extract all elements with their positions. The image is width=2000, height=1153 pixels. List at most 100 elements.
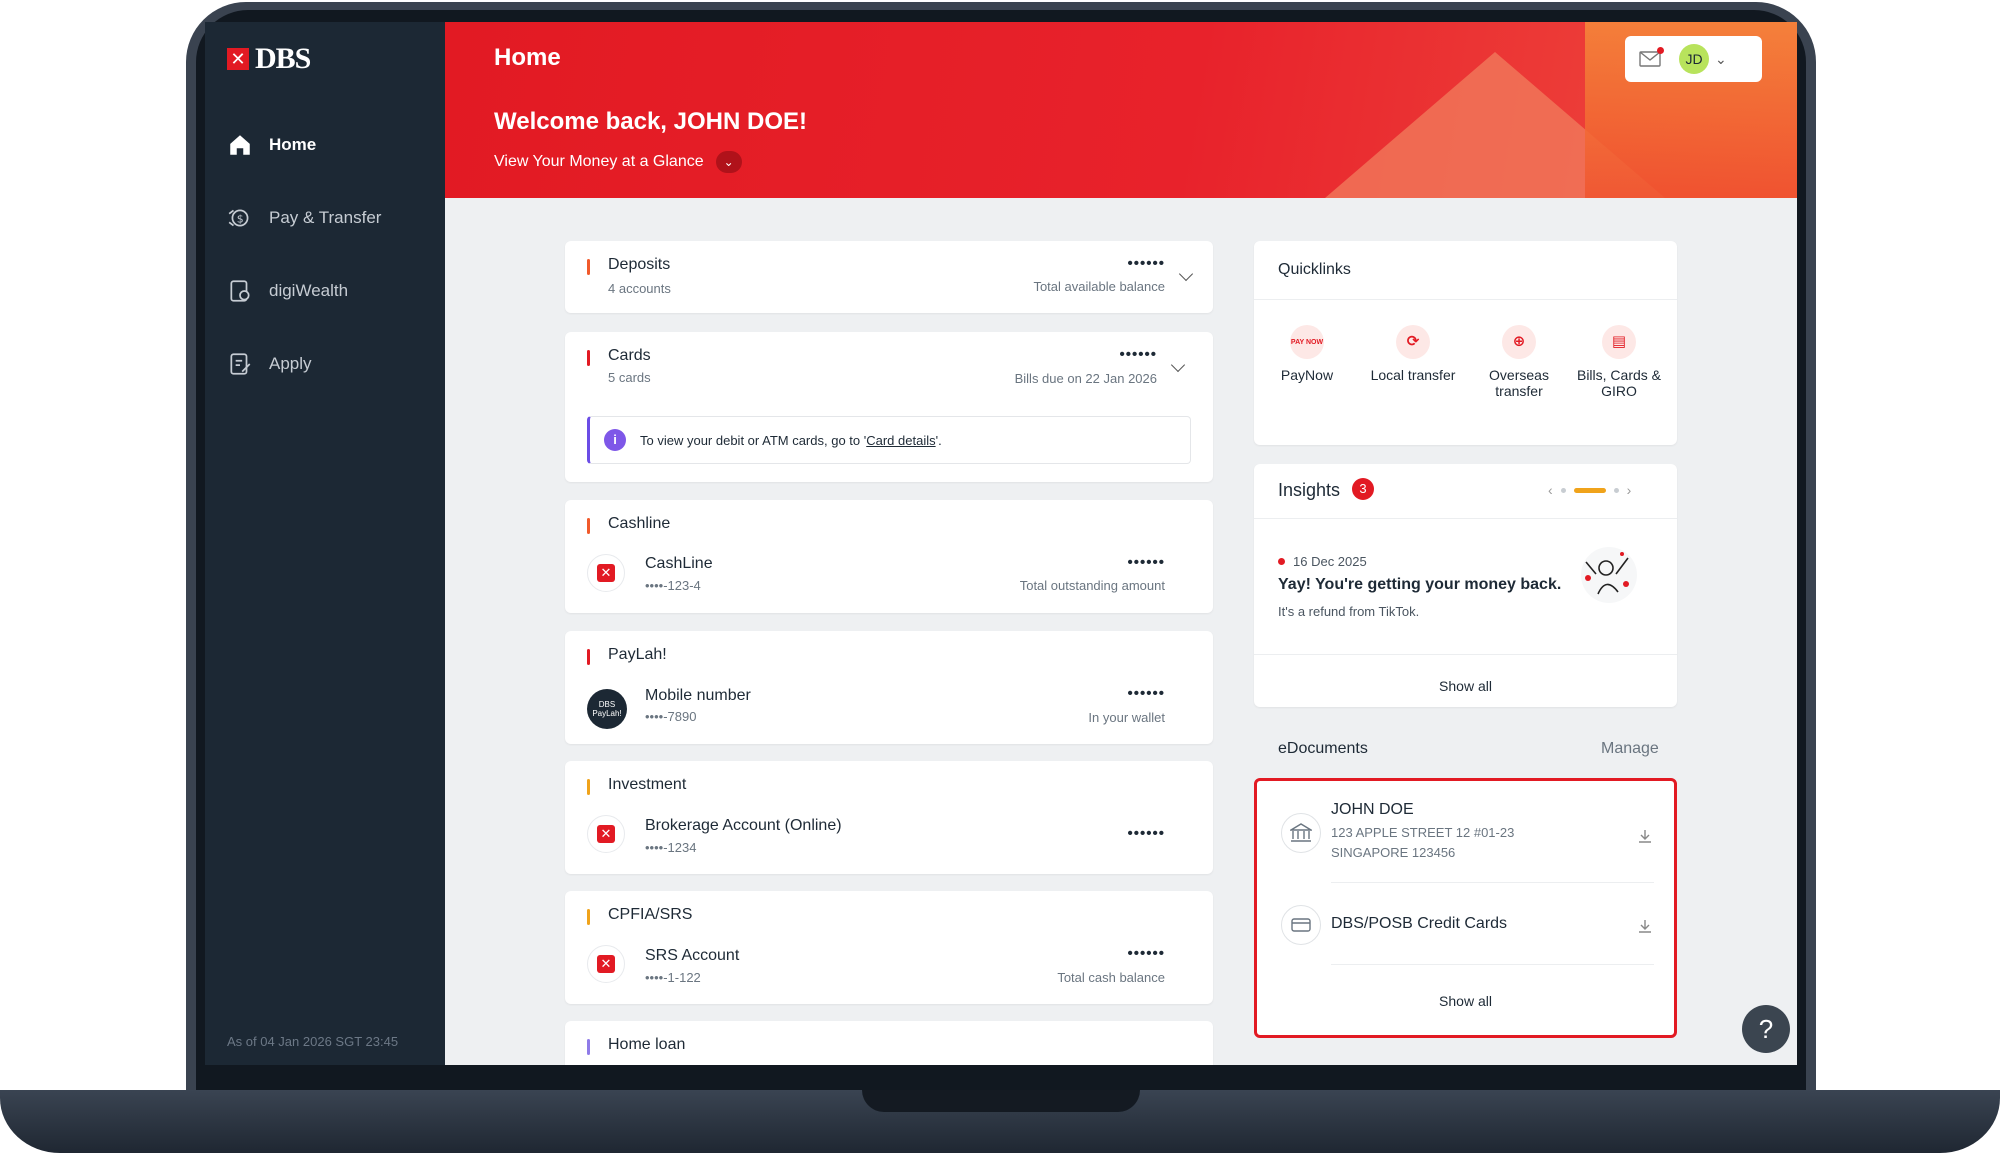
cpfia-srs-card[interactable]: CPFIA/SRS ✕ SRS Account ••••-1-122 •••••… [565, 891, 1213, 1004]
cashline-card[interactable]: Cashline ✕ CashLine ••••-123-4 •••••• To… [565, 500, 1213, 613]
deposits-title: Deposits [608, 256, 671, 273]
card-details-link[interactable]: Card details [866, 433, 935, 448]
insights-show-all-link[interactable]: Show all [1254, 678, 1677, 694]
srs-amount-masked: •••••• [1127, 945, 1165, 962]
user-menu[interactable]: JD ⌄ [1625, 36, 1762, 82]
logo-text: DBS [255, 42, 311, 75]
edocuments-panel: JOHN DOE 123 APPLE STREET 12 #01-23 SING… [1254, 778, 1677, 1038]
cashline-account-name: CashLine [645, 555, 713, 572]
cpfia-accent [587, 909, 590, 925]
quicklink-overseas-transfer[interactable]: ⊕ Overseas transfer [1474, 325, 1564, 399]
sidebar-item-pay-transfer[interactable]: $ Pay & Transfer [227, 181, 381, 254]
cashline-title: Cashline [608, 515, 671, 532]
money-glance-toggle[interactable]: View Your Money at a Glance ⌄ [494, 151, 742, 173]
divider [1254, 654, 1677, 655]
divider [1254, 299, 1677, 300]
cashline-account-number: ••••-123-4 [645, 578, 701, 593]
mail-icon[interactable] [1639, 47, 1664, 67]
chevron-down-icon[interactable]: ⌄ [1715, 51, 1727, 68]
chevron-right-icon[interactable]: › [1627, 482, 1632, 498]
last-updated-timestamp: As of 04 Jan 2026 SGT 23:45 [227, 1034, 399, 1049]
money-glance-label: View Your Money at a Glance [494, 153, 704, 170]
info-text-suffix: '. [935, 432, 942, 448]
app-screen: ✕ DBS Home $ Pay & Transfer digiWealth A… [205, 22, 1797, 1065]
bank-icon [1281, 813, 1321, 853]
chevron-down-icon[interactable] [1178, 266, 1194, 282]
investment-amount-masked: •••••• [1127, 825, 1165, 842]
sidebar-item-label: Pay & Transfer [269, 207, 382, 227]
paylah-logo-icon: DBS PayLah! [587, 689, 627, 729]
notification-dot [1657, 47, 1664, 54]
deposits-balance-label: Total available balance [1033, 279, 1165, 294]
info-text-prefix: To view your debit or ATM cards, go to ' [640, 432, 867, 448]
bills-icon: ▤ [1602, 325, 1636, 359]
insight-description: It's a refund from TikTok. [1278, 604, 1420, 619]
dbs-account-icon: ✕ [587, 554, 625, 592]
investment-card[interactable]: Investment ✕ Brokerage Account (Online) … [565, 761, 1213, 874]
quicklink-bills-cards-giro[interactable]: ▤ Bills, Cards & GIRO [1574, 325, 1664, 399]
sidebar-item-digiwealth[interactable]: digiWealth [227, 254, 381, 327]
quicklink-label: Local transfer [1370, 367, 1456, 383]
home-loan-card[interactable]: Home loan [565, 1021, 1213, 1065]
paylah-account-number: ••••-7890 [645, 709, 697, 724]
quicklink-label: Overseas transfer [1489, 367, 1549, 400]
pager-active [1573, 487, 1606, 493]
cashline-accent [587, 518, 590, 534]
avatar[interactable]: JD [1679, 44, 1709, 74]
sidebar: ✕ DBS Home $ Pay & Transfer digiWealth A… [205, 22, 445, 1065]
edoc-address-line2: SINGAPORE 123456 [1331, 844, 1456, 860]
paylah-amount-masked: •••••• [1127, 685, 1165, 702]
help-button[interactable]: ? [1742, 1005, 1790, 1053]
quicklink-label: Bills, Cards & GIRO [1576, 367, 1662, 400]
cards-card[interactable]: Cards 5 cards •••••• Bills due on 22 Jan… [565, 332, 1213, 482]
divider [1331, 964, 1654, 965]
quicklink-label: PayNow [1280, 367, 1334, 383]
apply-icon [230, 352, 251, 375]
cards-accent [587, 350, 590, 366]
investment-account-number: ••••-1234 [645, 840, 697, 855]
insight-headline[interactable]: Yay! You're getting your money back. [1278, 576, 1561, 594]
dbs-logo[interactable]: ✕ DBS [227, 42, 311, 76]
divider [1331, 882, 1654, 883]
chevron-down-icon[interactable] [1170, 357, 1186, 373]
cashline-amount-masked: •••••• [1127, 554, 1165, 571]
deposits-card[interactable]: Deposits 4 accounts •••••• Total availab… [565, 241, 1213, 313]
chevron-down-icon[interactable]: ⌄ [715, 151, 742, 173]
cards-title: Cards [608, 347, 651, 364]
edocuments-manage-link[interactable]: Manage [1601, 740, 1659, 758]
paylah-amount-label: In your wallet [1088, 710, 1165, 725]
cards-count: 5 cards [608, 370, 651, 385]
edoc-address: 123 APPLE STREET 12 #01-23 SINGAPORE 123… [1331, 823, 1514, 862]
sidebar-item-label: Apply [269, 353, 312, 373]
quicklink-paynow[interactable]: PAY NOW PayNow [1262, 325, 1352, 383]
paylah-accent [587, 649, 590, 665]
insights-panel: Insights 3 ‹ › 16 Dec 2025 Yay! You're g… [1254, 464, 1677, 707]
deposits-balance-masked: •••••• [1127, 255, 1165, 272]
edocuments-title: eDocuments [1278, 740, 1368, 757]
sidebar-item-label: digiWealth [269, 280, 349, 300]
pager-dot[interactable] [1613, 487, 1619, 493]
sidebar-item-apply[interactable]: Apply [227, 327, 381, 400]
edoc-account-holder[interactable]: JOHN DOE [1331, 801, 1414, 819]
cpfia-title: CPFIA/SRS [608, 906, 693, 923]
wealth-icon [230, 279, 250, 302]
celebration-illustration-icon [1581, 547, 1637, 603]
insights-pager: ‹ › [1548, 482, 1631, 498]
edocuments-show-all-link[interactable]: Show all [1257, 993, 1674, 1009]
edoc-credit-cards[interactable]: DBS/POSB Credit Cards [1331, 915, 1507, 933]
quicklink-local-transfer[interactable]: ⟳ Local transfer [1368, 325, 1458, 383]
download-icon[interactable] [1637, 918, 1653, 934]
unread-dot [1278, 558, 1285, 565]
pager-dot[interactable] [1560, 487, 1566, 493]
sidebar-item-home[interactable]: Home [227, 108, 381, 181]
paylah-card[interactable]: PayLah! DBS PayLah! Mobile number ••••-7… [565, 631, 1213, 744]
laptop-notch [862, 1090, 1140, 1112]
cards-bill-due: Bills due on 22 Jan 2026 [1014, 371, 1157, 386]
chevron-left-icon[interactable]: ‹ [1548, 482, 1553, 498]
investment-accent [587, 779, 590, 795]
insights-count-badge: 3 [1352, 478, 1374, 500]
insight-date: 16 Dec 2025 [1278, 554, 1367, 569]
transfer-icon: $ [228, 209, 249, 226]
download-icon[interactable] [1637, 828, 1653, 844]
cashline-amount-label: Total outstanding amount [1019, 578, 1165, 593]
